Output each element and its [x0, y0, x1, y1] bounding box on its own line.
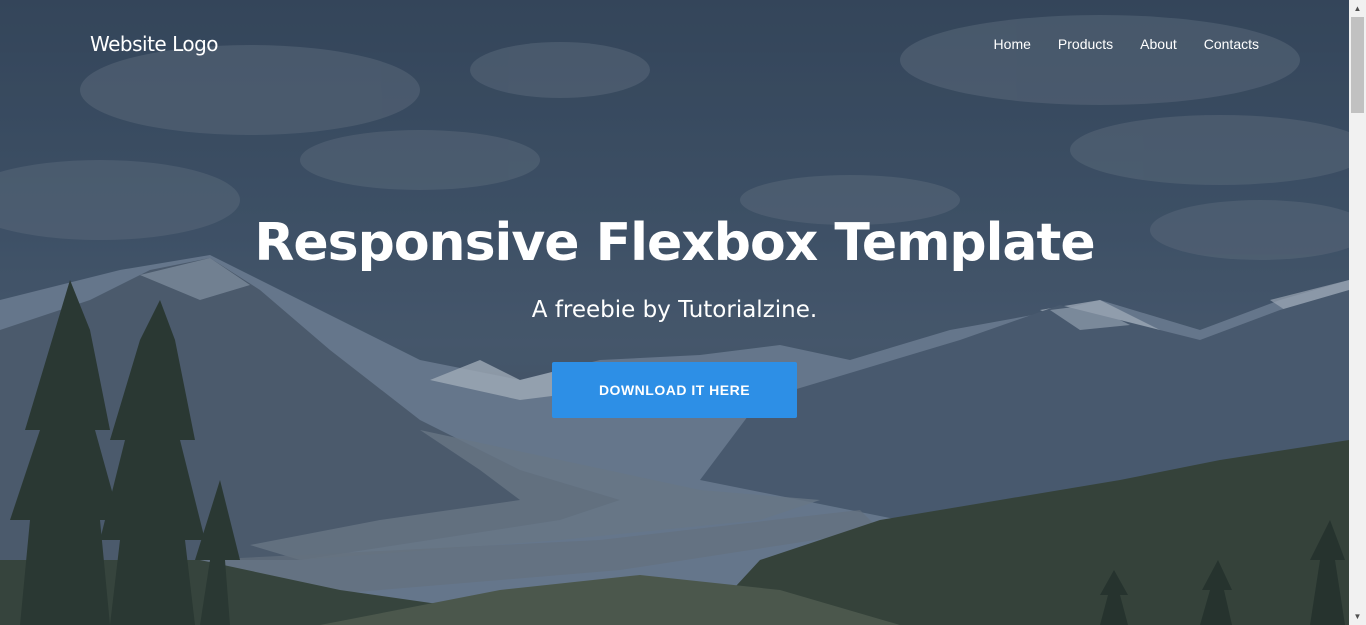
download-button[interactable]: DOWNLOAD IT HERE	[552, 362, 797, 418]
website-logo[interactable]: Website Logo	[90, 32, 219, 56]
hero-title: Responsive Flexbox Template	[254, 213, 1095, 273]
vertical-scrollbar[interactable]: ▲ ▼	[1349, 0, 1366, 625]
main-nav: Home Products About Contacts	[967, 36, 1259, 52]
nav-link-home[interactable]: Home	[994, 36, 1031, 52]
hero-subtitle: A freebie by Tutorialzine.	[531, 297, 818, 323]
site-header: Website Logo Home Products About Contact…	[0, 0, 1349, 90]
up-arrow-icon[interactable]: ▲	[1349, 0, 1366, 17]
scrollbar-thumb[interactable]	[1351, 17, 1364, 113]
hero-section: Website Logo Home Products About Contact…	[0, 0, 1349, 625]
hero-content: Responsive Flexbox Template A freebie by…	[0, 205, 1349, 418]
nav-link-about[interactable]: About	[1140, 36, 1177, 52]
nav-link-products[interactable]: Products	[1058, 36, 1113, 52]
nav-link-contacts[interactable]: Contacts	[1204, 36, 1259, 52]
page: Website Logo Home Products About Contact…	[0, 0, 1366, 625]
down-arrow-icon[interactable]: ▼	[1349, 608, 1366, 625]
